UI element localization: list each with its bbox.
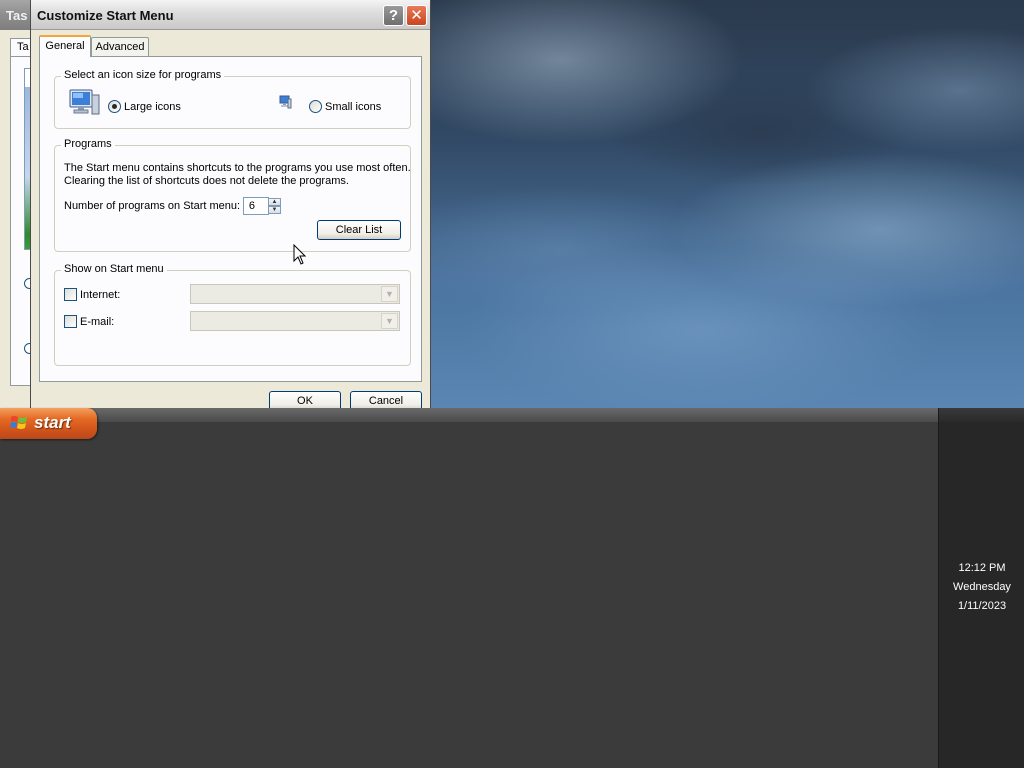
- chevron-down-icon[interactable]: ▼: [381, 286, 398, 302]
- show-on-start-menu-group: Show on Start menu Internet: ▼ E-mail: ▼: [54, 263, 411, 366]
- small-icons-radio[interactable]: [309, 100, 322, 113]
- start-button[interactable]: start: [0, 408, 97, 439]
- small-computer-icon: [279, 95, 292, 109]
- clock-date[interactable]: 1/11/2023: [939, 600, 1024, 612]
- large-computer-icon: [69, 89, 100, 115]
- close-icon: ✕: [410, 7, 423, 24]
- icon-size-group-label: Select an icon size for programs: [61, 69, 225, 81]
- windows-logo-icon: [10, 416, 27, 429]
- customize-start-menu-dialog: Customize Start Menu ? ✕ General Advance…: [30, 0, 431, 408]
- show-group-label: Show on Start menu: [61, 263, 167, 275]
- tab-general[interactable]: General: [39, 35, 91, 57]
- programs-group-label: Programs: [61, 138, 115, 150]
- email-checkbox[interactable]: [64, 315, 77, 328]
- general-tab-panel: Select an icon size for programs Large i…: [39, 56, 422, 382]
- dialog-title: Customize Start Menu: [37, 8, 174, 23]
- tab-advanced[interactable]: Advanced: [91, 37, 149, 57]
- clock-time[interactable]: 12:12 PM: [939, 562, 1024, 574]
- programs-description-line2: Clearing the list of shortcuts does not …: [64, 175, 349, 187]
- internet-dropdown[interactable]: ▼: [190, 284, 400, 304]
- internet-checkbox[interactable]: [64, 288, 77, 301]
- spin-up-icon[interactable]: ▲: [268, 198, 281, 206]
- cancel-button[interactable]: Cancel: [350, 391, 422, 408]
- email-label[interactable]: E-mail:: [80, 316, 114, 328]
- internet-label[interactable]: Internet:: [80, 289, 120, 301]
- dialog-titlebar[interactable]: Customize Start Menu ? ✕: [31, 0, 430, 30]
- large-icons-label[interactable]: Large icons: [124, 101, 181, 113]
- programs-count-input[interactable]: 6: [243, 197, 269, 215]
- programs-description-line1: The Start menu contains shortcuts to the…: [64, 162, 411, 174]
- email-dropdown[interactable]: ▼: [190, 311, 400, 331]
- mouse-cursor-icon: [293, 244, 307, 265]
- taskbar-top-strip: [0, 408, 938, 422]
- bg-window-title: Tas: [6, 8, 28, 23]
- programs-group: Programs The Start menu contains shortcu…: [54, 138, 411, 252]
- taskbar: start 12:12 PM Wednesday 1/11/2023: [0, 408, 1024, 768]
- help-button[interactable]: ?: [383, 5, 404, 26]
- chevron-down-icon[interactable]: ▼: [381, 313, 398, 329]
- large-icons-radio[interactable]: [108, 100, 121, 113]
- small-icons-label[interactable]: Small icons: [325, 101, 381, 113]
- programs-count-label: Number of programs on Start menu:: [64, 200, 241, 212]
- tray-top-strip: [939, 408, 1024, 422]
- system-tray: 12:12 PM Wednesday 1/11/2023: [938, 408, 1024, 768]
- icon-size-group: Select an icon size for programs Large i…: [54, 69, 411, 129]
- clear-list-button[interactable]: Clear List: [317, 220, 401, 240]
- close-button[interactable]: ✕: [406, 5, 427, 26]
- start-label: start: [34, 413, 71, 432]
- clock-day[interactable]: Wednesday: [939, 581, 1024, 593]
- ok-button[interactable]: OK: [269, 391, 341, 408]
- spin-down-icon[interactable]: ▼: [268, 206, 281, 214]
- programs-count-spinner[interactable]: ▲ ▼: [268, 198, 281, 214]
